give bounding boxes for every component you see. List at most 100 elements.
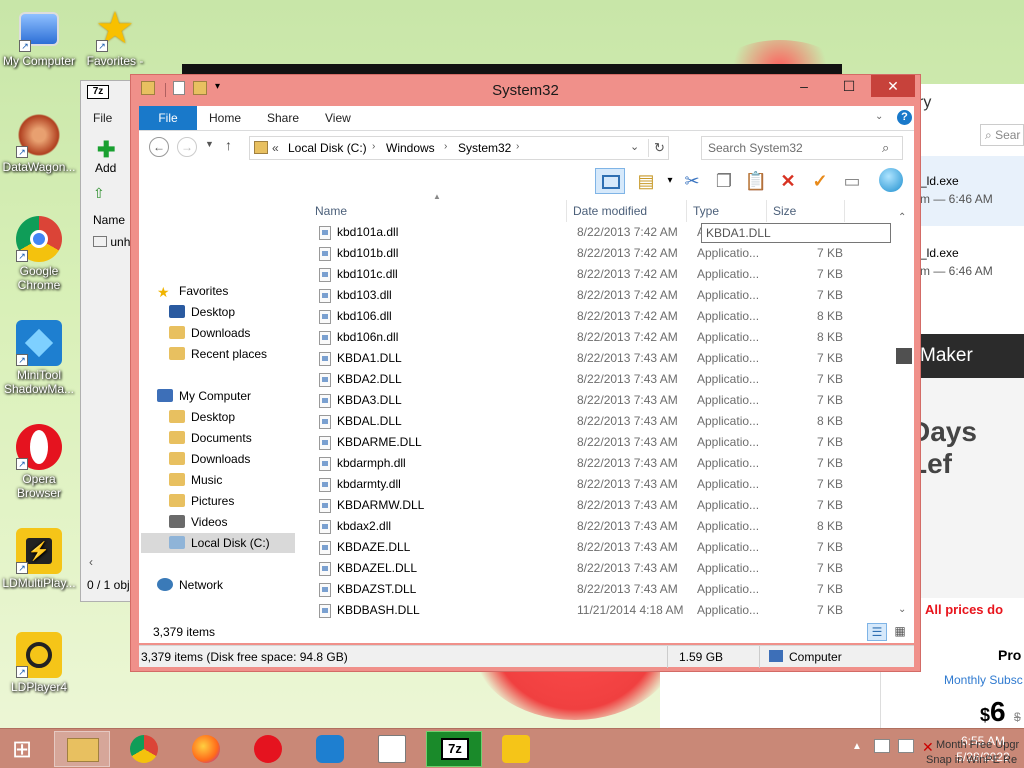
nav-item-desktop[interactable]: Desktop	[169, 302, 235, 322]
column-header-size[interactable]: Size	[767, 200, 845, 222]
7zip-name-header[interactable]: Name	[93, 213, 125, 227]
table-row[interactable]: kbd101b.dll 8/22/2013 7:42 AM Applicatio..…	[309, 243, 887, 264]
taskbar-file-explorer[interactable]	[54, 731, 110, 767]
tab-share[interactable]: Share	[267, 106, 299, 130]
table-row[interactable]: kbd106n.dll 8/22/2013 7:42 AM Applicatio..…	[309, 327, 887, 348]
desktop-icon-opera[interactable]: ↗ Opera Browser	[0, 424, 78, 500]
search-input[interactable]: Search System32 ⌕	[701, 136, 903, 160]
expand-ribbon-icon[interactable]: ⌄	[875, 111, 883, 122]
tab-view[interactable]: View	[325, 106, 351, 130]
table-row[interactable]: KBDARME.DLL 8/22/2013 7:43 AM Applicatio..…	[309, 432, 887, 453]
chevron-right-icon[interactable]: ›	[444, 141, 447, 152]
browser-search-input[interactable]: ⌕ Sear	[980, 124, 1024, 146]
table-row[interactable]: kbd103.dll 8/22/2013 7:42 AM Applicatio...…	[309, 285, 887, 306]
taskbar-chrome[interactable]	[116, 731, 172, 767]
search-icon[interactable]: ⌕	[882, 140, 889, 156]
back-button[interactable]: ←	[149, 137, 169, 157]
refresh-icon[interactable]: ↻	[654, 140, 665, 156]
table-row[interactable]: kbdax2.dll 8/22/2013 7:43 AM Applicatio...…	[309, 516, 887, 537]
column-header-date[interactable]: Date modified	[567, 200, 687, 222]
minimize-button[interactable]: –	[781, 75, 827, 97]
7zip-list-item[interactable]: unh	[93, 235, 130, 249]
taskbar-firefox[interactable]	[178, 731, 234, 767]
nav-item-videos[interactable]: Videos	[169, 512, 227, 532]
nav-favorites[interactable]: ★ Favorites	[157, 281, 228, 301]
close-button[interactable]: ✕	[871, 75, 915, 97]
nav-item-local-disk[interactable]: Local Disk (C:)	[141, 533, 295, 553]
taskbar-ldplayer[interactable]	[488, 731, 544, 767]
scroll-down-icon[interactable]: ⌄	[898, 604, 906, 615]
column-header-type[interactable]: Type	[687, 200, 767, 222]
table-row[interactable]: KBDAZEL.DLL 8/22/2013 7:43 AM Applicatio..…	[309, 558, 887, 579]
plan-subtitle[interactable]: Monthly Subsc	[944, 673, 1023, 687]
nav-item-pictures[interactable]: Pictures	[169, 491, 234, 511]
scrollbar-thumb[interactable]	[896, 348, 912, 364]
action-center-icon[interactable]	[874, 739, 890, 753]
table-row[interactable]: KBDA2.DLL 8/22/2013 7:43 AM Applicatio... 7…	[309, 369, 887, 390]
checkmark-icon[interactable]: ✓	[807, 168, 833, 194]
nav-my-computer[interactable]: My Computer	[157, 386, 251, 406]
tab-file[interactable]: File	[139, 106, 197, 130]
breadcrumb-local-disk[interactable]: Local Disk (C:)	[288, 141, 367, 155]
table-row[interactable]: KBDBASH.DLL 11/21/2014 4:18 AM Applicatio.…	[309, 600, 887, 621]
delete-icon[interactable]: ✕	[775, 168, 801, 194]
taskbar-7zip[interactable]: 7z	[426, 731, 482, 767]
desktop-icon-ldmultiplayer[interactable]: ⚡ ↗ LDMultiPlay...	[0, 528, 78, 590]
taskbar-minitool[interactable]	[302, 731, 358, 767]
recent-locations-dropdown[interactable]: ▼	[205, 139, 214, 149]
table-row[interactable]: kbdarmph.dll 8/22/2013 7:43 AM Applicatio.…	[309, 453, 887, 474]
up-folder-icon[interactable]: ⇧	[93, 185, 105, 202]
breadcrumb-overflow[interactable]: «	[272, 141, 279, 155]
tab-home[interactable]: Home	[209, 106, 241, 130]
rename-icon[interactable]: ▭	[839, 168, 865, 194]
network-status-icon[interactable]	[898, 739, 914, 753]
table-row[interactable]: KBDAZE.DLL 8/22/2013 7:43 AM Applicatio...…	[309, 537, 887, 558]
nav-network[interactable]: Network	[157, 575, 223, 595]
title-bar[interactable]: ▾ System32 – ☐ ✕	[131, 75, 920, 105]
chevron-right-icon[interactable]: ›	[372, 141, 375, 152]
desktop-icon-favorites[interactable]: ★ ↗ Favorites -	[76, 6, 154, 69]
taskbar-notepad[interactable]	[364, 731, 420, 767]
7zip-add-button[interactable]: Add	[95, 161, 116, 175]
table-row[interactable]: kbd101c.dll 8/22/2013 7:42 AM Applicatio..…	[309, 264, 887, 285]
chevron-down-icon[interactable]: ⌄	[630, 140, 639, 153]
large-icons-view-button[interactable]: ▦	[891, 623, 909, 641]
show-hidden-icons[interactable]: ▲	[852, 741, 862, 752]
details-view-button[interactable]: ☰	[867, 623, 887, 641]
globe-icon[interactable]	[879, 168, 903, 192]
forward-button[interactable]: →	[177, 137, 197, 157]
breadcrumb-windows[interactable]: Windows	[386, 141, 435, 155]
table-row[interactable]: KBDA3.DLL 8/22/2013 7:43 AM Applicatio... 7…	[309, 390, 887, 411]
table-row[interactable]: KBDAL.DLL 8/22/2013 7:43 AM Applicatio... 8…	[309, 411, 887, 432]
nav-item-recent-places[interactable]: Recent places	[169, 344, 267, 364]
table-row[interactable]: KBDA1.DLL 8/22/2013 7:43 AM Applicatio... 7…	[309, 348, 887, 369]
nav-item-music[interactable]: Music	[169, 470, 222, 490]
scroll-left-icon[interactable]: ‹	[89, 555, 93, 569]
table-row[interactable]: KBDAZST.DLL 8/22/2013 7:43 AM Applicatio..…	[309, 579, 887, 600]
table-row[interactable]: kbd106.dll 8/22/2013 7:42 AM Applicatio...…	[309, 306, 887, 327]
explorer-window[interactable]: ▾ System32 – ☐ ✕ File Home Share View ⌄ …	[130, 74, 921, 672]
help-icon[interactable]: ?	[897, 110, 912, 125]
scroll-up-icon[interactable]: ⌃	[898, 212, 906, 223]
preview-pane-button[interactable]	[595, 168, 625, 194]
table-row[interactable]: kbdarmty.dll 8/22/2013 7:43 AM Applicatio.…	[309, 474, 887, 495]
vertical-scrollbar[interactable]: ⌃ ⌄	[896, 208, 912, 621]
column-header-name[interactable]: Name	[309, 200, 567, 222]
nav-item-desktop[interactable]: Desktop	[169, 407, 235, 427]
chevron-right-icon[interactable]: ›	[516, 141, 519, 152]
paste-icon[interactable]: 📋	[743, 168, 769, 194]
cut-icon[interactable]: ✂	[679, 168, 705, 194]
desktop-icon-datawagon[interactable]: ↗ DataWagon...	[0, 112, 78, 174]
maximize-button[interactable]: ☐	[827, 75, 871, 97]
desktop-icon-chrome[interactable]: ↗ Google Chrome	[0, 216, 78, 292]
address-input[interactable]: « Local Disk (C:) › Windows › System32 ›…	[249, 136, 669, 160]
desktop-icon-my-computer[interactable]: ↗ My Computer	[0, 6, 78, 68]
desktop-icon-ldplayer[interactable]: ↗ LDPlayer4	[0, 632, 78, 694]
up-button[interactable]: ↑	[225, 137, 232, 153]
desktop-icon-minitool[interactable]: ↗ MiniTool ShadowMa...	[0, 320, 78, 396]
folder-options-icon[interactable]: ▤	[633, 168, 659, 194]
start-button[interactable]: ⊞	[0, 731, 56, 767]
nav-item-documents[interactable]: Documents	[169, 428, 252, 448]
table-row[interactable]: KBDARMW.DLL 8/22/2013 7:43 AM Applicatio..…	[309, 495, 887, 516]
nav-item-downloads[interactable]: Downloads	[169, 449, 250, 469]
